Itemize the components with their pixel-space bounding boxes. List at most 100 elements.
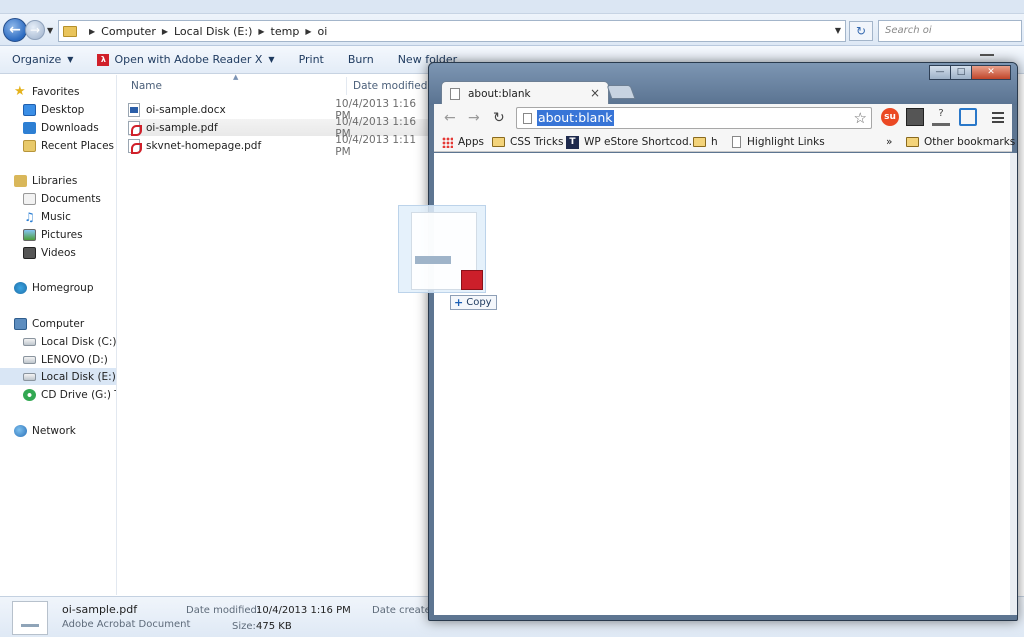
search-input[interactable]: Search oi (878, 20, 1022, 42)
chevron-down-icon: ▼ (268, 55, 275, 64)
bookmark-other[interactable]: Other bookmarks (906, 134, 1015, 150)
back-arrow-icon[interactable]: ← (3, 18, 27, 42)
forward-arrow-icon[interactable]: → (25, 20, 45, 40)
folder-icon (492, 137, 505, 147)
reload-icon[interactable]: ↻ (493, 110, 505, 126)
column-header-date-modified[interactable]: Date modified (353, 75, 427, 97)
page-content[interactable] (434, 153, 1012, 615)
chevron-right-icon[interactable]: ▶ (162, 27, 168, 36)
address-dropdown-icon[interactable]: ▼ (835, 26, 841, 35)
minimize-icon[interactable]: — (929, 65, 951, 80)
nav-label: Computer (32, 317, 85, 330)
file-thumbnail (12, 601, 48, 635)
burn-button[interactable]: Burn (336, 46, 386, 73)
chevron-right-icon[interactable]: ▶ (258, 27, 264, 36)
ruler-extension-icon[interactable]: ? (932, 108, 950, 126)
nav-music[interactable]: ♫ Music (0, 208, 116, 225)
nav-desktop[interactable]: Desktop (0, 101, 116, 118)
url-text[interactable]: about:blank (537, 110, 614, 126)
menu-icon[interactable] (992, 112, 1004, 123)
column-divider[interactable] (346, 77, 347, 95)
hard-disk-icon (23, 337, 36, 346)
size-value: 475 KB (256, 621, 292, 632)
sort-ascending-icon: ▲ (233, 73, 239, 81)
nav-local-disk-e[interactable]: Local Disk (E:) (0, 368, 116, 385)
recent-pages-dropdown-icon[interactable]: ▼ (47, 26, 53, 35)
bookmark-h[interactable]: h (693, 134, 718, 150)
page-icon (523, 113, 532, 124)
nav-cd-drive[interactable]: CD Drive (G:) Tat (0, 386, 116, 403)
nav-label: Local Disk (E:) (41, 370, 116, 383)
column-header-name[interactable]: Name (131, 75, 162, 97)
bookmarks-bar: Apps CSS Tricks T WP eStore Shortcod... … (434, 132, 1015, 152)
chevron-right-icon[interactable]: ▶ (305, 27, 311, 36)
star-icon[interactable]: ☆ (854, 109, 867, 127)
copy-drag-tooltip: + Copy (450, 295, 497, 310)
nav-pictures[interactable]: Pictures (0, 226, 116, 243)
network-icon (14, 424, 27, 437)
chevron-right-icon[interactable]: ▶ (89, 27, 95, 36)
nav-network[interactable]: Network (0, 422, 116, 439)
breadcrumb-oi[interactable]: oi (317, 25, 327, 38)
nav-local-disk-c[interactable]: Local Disk (C:) (0, 333, 116, 350)
nav-favorites[interactable]: ★ Favorites (0, 83, 116, 100)
downloads-icon (23, 121, 36, 134)
close-icon[interactable]: ✕ (971, 65, 1011, 80)
nav-label: Favorites (32, 85, 80, 98)
bookmark-label: Apps (458, 136, 484, 148)
word-doc-icon (128, 102, 140, 117)
nav-videos[interactable]: Videos (0, 244, 116, 261)
breadcrumb-temp[interactable]: temp (271, 25, 300, 38)
documents-icon (23, 192, 36, 205)
bookmark-css-tricks[interactable]: CSS Tricks (492, 134, 563, 150)
forward-arrow-icon[interactable]: → (468, 110, 480, 126)
copy-label: Copy (466, 297, 492, 308)
url-input[interactable]: about:blank ☆ (516, 107, 872, 129)
breadcrumb-computer[interactable]: Computer (101, 25, 156, 38)
bookmark-label: Highlight Links (747, 136, 825, 148)
window-controls: — □ ✕ (929, 65, 1011, 80)
file-list: Name ▲ Date modified oi-sample.docx 10/4… (118, 73, 438, 595)
bookmark-label: CSS Tricks (510, 136, 564, 148)
nav-recent-places[interactable]: Recent Places (0, 137, 116, 154)
t-site-icon: T (566, 135, 579, 149)
bookmark-apps[interactable]: Apps (442, 134, 484, 150)
star-icon: ★ (14, 83, 26, 99)
open-with-label: Open with Adobe Reader X (114, 53, 263, 66)
nav-documents[interactable]: Documents (0, 190, 116, 207)
bookmarks-overflow-chevron[interactable]: » (886, 134, 892, 150)
screenshot-extension-icon[interactable] (959, 108, 977, 126)
chart-extension-icon[interactable] (906, 108, 924, 126)
nav-computer[interactable]: Computer (0, 315, 116, 332)
file-row[interactable]: skvnet-homepage.pdf 10/4/2013 1:11 PM (128, 134, 428, 158)
maximize-icon[interactable]: □ (950, 65, 972, 80)
print-button[interactable]: Print (287, 46, 336, 73)
refresh-icon[interactable]: ↻ (849, 21, 873, 41)
bookmark-wp-estore[interactable]: T WP eStore Shortcod... (566, 134, 699, 150)
nav-homegroup[interactable]: Homegroup (0, 279, 116, 296)
bookmark-label: Other bookmarks (924, 136, 1016, 148)
bookmark-highlight-links[interactable]: Highlight Links (732, 134, 825, 150)
drag-preview (398, 205, 486, 293)
date-modified-label: Date modified: (186, 605, 261, 616)
nav-label: Libraries (32, 174, 78, 187)
breadcrumb-local-disk[interactable]: Local Disk (E:) (174, 25, 252, 38)
nav-libraries[interactable]: Libraries (0, 172, 116, 189)
navigation-pane: ★ Favorites Desktop Downloads Recent Pla… (0, 75, 117, 595)
browser-tab[interactable]: about:blank × (441, 81, 609, 105)
file-name: skvnet-homepage.pdf (146, 139, 262, 152)
nav-label: Downloads (41, 121, 99, 134)
nav-label: Desktop (41, 103, 85, 116)
nav-lenovo-d[interactable]: LENOVO (D:) (0, 351, 116, 368)
back-arrow-icon[interactable]: ← (444, 110, 456, 126)
organize-button[interactable]: Organize ▼ (0, 46, 85, 73)
nav-label: Music (41, 210, 71, 223)
nav-downloads[interactable]: Downloads (0, 119, 116, 136)
address-bar[interactable]: ▶ Computer ▶ Local Disk (E:) ▶ temp ▶ oi… (58, 20, 846, 42)
tab-close-icon[interactable]: × (590, 86, 600, 100)
nav-label: LENOVO (D:) (41, 353, 108, 366)
stumbleupon-icon[interactable]: su (881, 108, 899, 126)
open-with-button[interactable]: λ Open with Adobe Reader X ▼ (85, 46, 286, 73)
pdf-file-icon (128, 138, 142, 154)
new-tab-button[interactable] (606, 85, 636, 99)
